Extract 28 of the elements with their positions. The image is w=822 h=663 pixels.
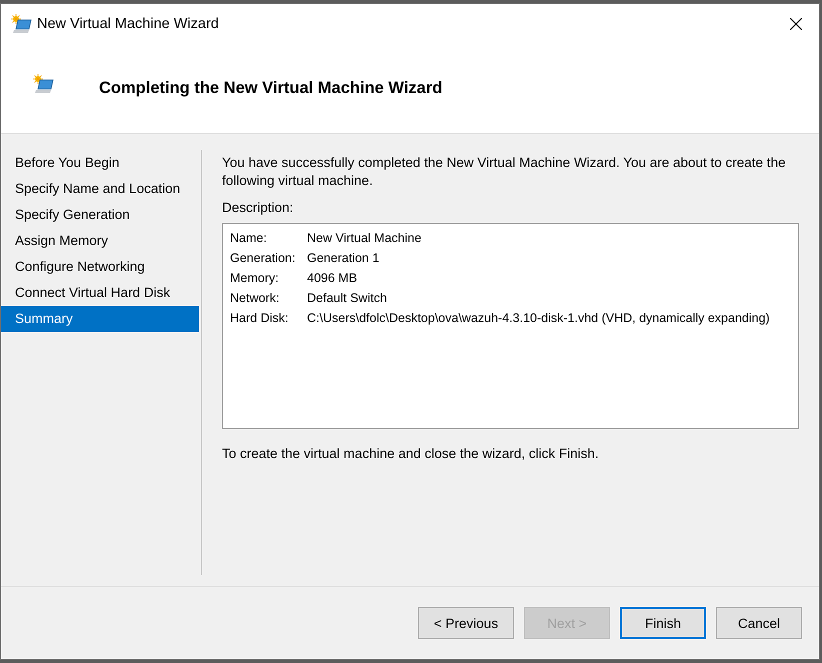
field-value: 4096 MB [307,270,358,287]
wizard-button[interactable]: Finish [620,607,706,639]
step-item[interactable]: Configure Networking [1,254,199,280]
field-value: C:\Users\dfolc\Desktop\ova\wazuh-4.3.10-disk-1.vhd (VHD, dynamically expanding) [307,310,770,327]
step-item[interactable]: Assign Memory [1,228,199,254]
field-label: Memory: [230,270,280,287]
field-value: Default Switch [307,290,387,307]
field-label: Name: [230,230,268,247]
field-value: Generation 1 [307,250,380,267]
field-label: Hard Disk: [230,310,290,327]
computer-icon [33,74,55,94]
close-icon [790,18,802,30]
page-heading: Completing the New Virtual Machine Wizard [99,79,442,98]
finish-hint: To create the virtual machine and close the wizard, click Finish. [222,446,600,461]
computer-icon [11,14,33,34]
window-title: New Virtual Machine Wizard [37,16,219,32]
step-item[interactable]: Connect Virtual Hard Disk [1,280,199,306]
field-value: New Virtual Machine [307,230,422,247]
step-item[interactable]: Before You Begin [1,150,199,176]
step-item[interactable]: Specify Generation [1,202,199,228]
intro-text: You have successfully completed the New Virtual Machine Wizard. You are about to create the following virtual machine. [222,154,787,190]
field-label: Network: [230,290,280,307]
step-item[interactable]: Specify Name and Location [1,176,199,202]
field-label: Generation: [230,250,296,267]
wizard-button[interactable]: < Previous [418,607,514,639]
wizard-button[interactable]: Cancel [716,607,802,639]
step-item[interactable]: Summary [1,306,199,332]
description-label: Description: [222,200,294,215]
